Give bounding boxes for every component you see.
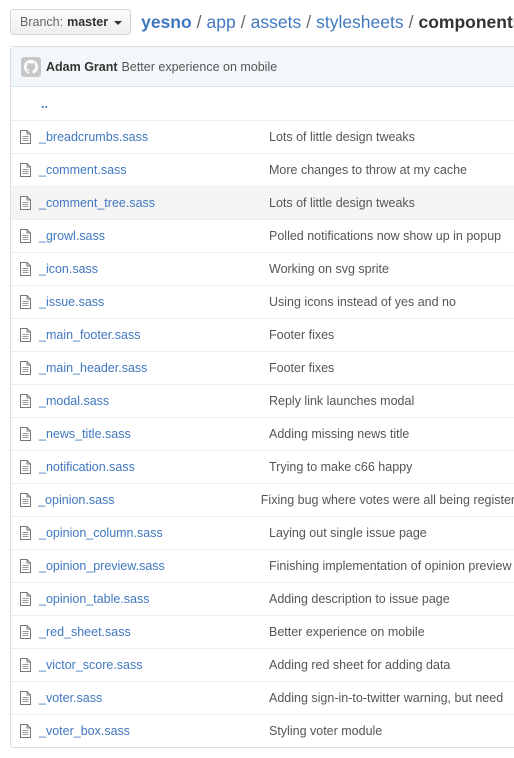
- file-name-link[interactable]: _victor_score.sass: [39, 658, 269, 672]
- file-icon: [11, 295, 39, 309]
- file-row: _opinion_column.sass Laying out single i…: [11, 516, 514, 549]
- file-name-link[interactable]: _icon.sass: [39, 262, 269, 276]
- top-bar: Branch: master yesno / app / assets / st…: [10, 8, 514, 36]
- file-name-link[interactable]: _issue.sass: [39, 295, 269, 309]
- file-icon: [11, 658, 39, 672]
- file-name-link[interactable]: _comment_tree.sass: [39, 196, 269, 210]
- file-commit-message[interactable]: Polled notifications now show up in popu…: [269, 229, 501, 243]
- file-row: _issue.sass Using icons instead of yes a…: [11, 285, 514, 318]
- breadcrumb-separator: /: [306, 11, 312, 32]
- breadcrumb: yesno / app / assets / stylesheets / com…: [141, 12, 514, 33]
- file-commit-message[interactable]: Finishing implementation of opinion prev…: [269, 559, 512, 573]
- file-icon: [11, 361, 39, 375]
- file-icon: [11, 427, 39, 441]
- file-row: _voter_box.sass Styling voter module: [11, 714, 514, 747]
- file-name-link[interactable]: _growl.sass: [39, 229, 269, 243]
- file-commit-message[interactable]: Laying out single issue page: [269, 526, 427, 540]
- file-name-link[interactable]: _notification.sass: [39, 460, 269, 474]
- parent-directory-row: ..: [11, 87, 514, 120]
- file-name-link[interactable]: _modal.sass: [39, 394, 269, 408]
- commit-message[interactable]: Better experience on mobile: [122, 60, 278, 74]
- file-commit-message[interactable]: Fixing bug where votes were all being re…: [261, 493, 514, 507]
- file-icon: [11, 559, 39, 573]
- avatar[interactable]: [21, 56, 41, 77]
- file-name-link[interactable]: _opinion_preview.sass: [39, 559, 269, 573]
- file-row: _modal.sass Reply link launches modal: [11, 384, 514, 417]
- file-row: _comment_tree.sass Lots of little design…: [11, 186, 514, 219]
- file-name-link[interactable]: _news_title.sass: [39, 427, 269, 441]
- file-commit-message[interactable]: Footer fixes: [269, 361, 334, 375]
- file-list: Adam Grant Better experience on mobile .…: [10, 46, 514, 748]
- file-row: _victor_score.sass Adding red sheet for …: [11, 648, 514, 681]
- branch-name: master: [67, 15, 109, 29]
- file-row: _comment.sass More changes to throw at m…: [11, 153, 514, 186]
- file-icon: [11, 163, 39, 177]
- file-icon: [11, 625, 39, 639]
- file-commit-message[interactable]: Trying to make c66 happy: [269, 460, 412, 474]
- file-icon: [11, 526, 39, 540]
- file-name-link[interactable]: _breadcrumbs.sass: [39, 130, 269, 144]
- file-commit-message[interactable]: More changes to throw at my cache: [269, 163, 467, 177]
- file-name-link[interactable]: _main_footer.sass: [39, 328, 269, 342]
- file-icon: [11, 691, 39, 705]
- file-name-link[interactable]: _opinion_table.sass: [39, 592, 269, 606]
- file-icon: [11, 130, 39, 144]
- commit-author[interactable]: Adam Grant: [46, 60, 118, 74]
- file-icon: [11, 229, 39, 243]
- file-icon: [11, 460, 39, 474]
- file-row: _opinion_table.sass Adding description t…: [11, 582, 514, 615]
- file-commit-message[interactable]: Adding sign-in-to-twitter warning, but n…: [269, 691, 503, 705]
- file-icon: [11, 394, 39, 408]
- file-icon: [11, 196, 39, 210]
- breadcrumb-link-stylesheets[interactable]: stylesheets: [316, 12, 404, 33]
- file-commit-message[interactable]: Lots of little design tweaks: [269, 196, 415, 210]
- file-name-link[interactable]: _voter_box.sass: [39, 724, 269, 738]
- breadcrumb-separator: /: [240, 11, 246, 32]
- file-icon: [11, 592, 39, 606]
- file-commit-message[interactable]: Better experience on mobile: [269, 625, 425, 639]
- file-row: _growl.sass Polled notifications now sho…: [11, 219, 514, 252]
- file-row: _notification.sass Trying to make c66 ha…: [11, 450, 514, 483]
- file-name-link[interactable]: _opinion.sass: [38, 493, 261, 507]
- breadcrumb-link-assets[interactable]: assets: [251, 12, 302, 33]
- file-commit-message[interactable]: Lots of little design tweaks: [269, 130, 415, 144]
- file-row: _opinion_preview.sass Finishing implemen…: [11, 549, 514, 582]
- breadcrumb-repo-link[interactable]: yesno: [141, 12, 192, 33]
- file-row: _voter.sass Adding sign-in-to-twitter wa…: [11, 681, 514, 714]
- file-commit-message[interactable]: Footer fixes: [269, 328, 334, 342]
- breadcrumb-separator: /: [408, 11, 414, 32]
- file-name-link[interactable]: _comment.sass: [39, 163, 269, 177]
- file-name-link[interactable]: _voter.sass: [39, 691, 269, 705]
- file-commit-message[interactable]: Using icons instead of yes and no: [269, 295, 456, 309]
- file-icon: [11, 262, 39, 276]
- file-commit-message[interactable]: Working on svg sprite: [269, 262, 389, 276]
- file-name-link[interactable]: _main_header.sass: [39, 361, 269, 375]
- file-icon: [11, 328, 39, 342]
- file-row: _breadcrumbs.sass Lots of little design …: [11, 120, 514, 153]
- file-commit-message[interactable]: Adding missing news title: [269, 427, 409, 441]
- parent-directory-link[interactable]: ..: [41, 97, 48, 111]
- latest-commit-bar: Adam Grant Better experience on mobile: [11, 47, 514, 87]
- file-commit-message[interactable]: Reply link launches modal: [269, 394, 414, 408]
- file-name-link[interactable]: _opinion_column.sass: [39, 526, 269, 540]
- file-icon: [11, 724, 39, 738]
- file-row: _opinion.sass Fixing bug where votes wer…: [11, 483, 514, 516]
- breadcrumb-separator: /: [196, 11, 202, 32]
- breadcrumb-link-app[interactable]: app: [207, 12, 236, 33]
- file-row: _news_title.sass Adding missing news tit…: [11, 417, 514, 450]
- file-row: _main_header.sass Footer fixes: [11, 351, 514, 384]
- file-icon: [11, 493, 38, 507]
- file-row: _icon.sass Working on svg sprite: [11, 252, 514, 285]
- file-name-link[interactable]: _red_sheet.sass: [39, 625, 269, 639]
- file-row: _main_footer.sass Footer fixes: [11, 318, 514, 351]
- caret-down-icon: [114, 21, 123, 25]
- file-commit-message[interactable]: Adding description to issue page: [269, 592, 450, 606]
- branch-select-button[interactable]: Branch: master: [10, 9, 132, 35]
- file-commit-message[interactable]: Styling voter module: [269, 724, 382, 738]
- file-row: _red_sheet.sass Better experience on mob…: [11, 615, 514, 648]
- github-octocat-icon: [24, 59, 38, 74]
- branch-label: Branch:: [20, 15, 64, 29]
- file-commit-message[interactable]: Adding red sheet for adding data: [269, 658, 450, 672]
- breadcrumb-current: components: [418, 11, 514, 32]
